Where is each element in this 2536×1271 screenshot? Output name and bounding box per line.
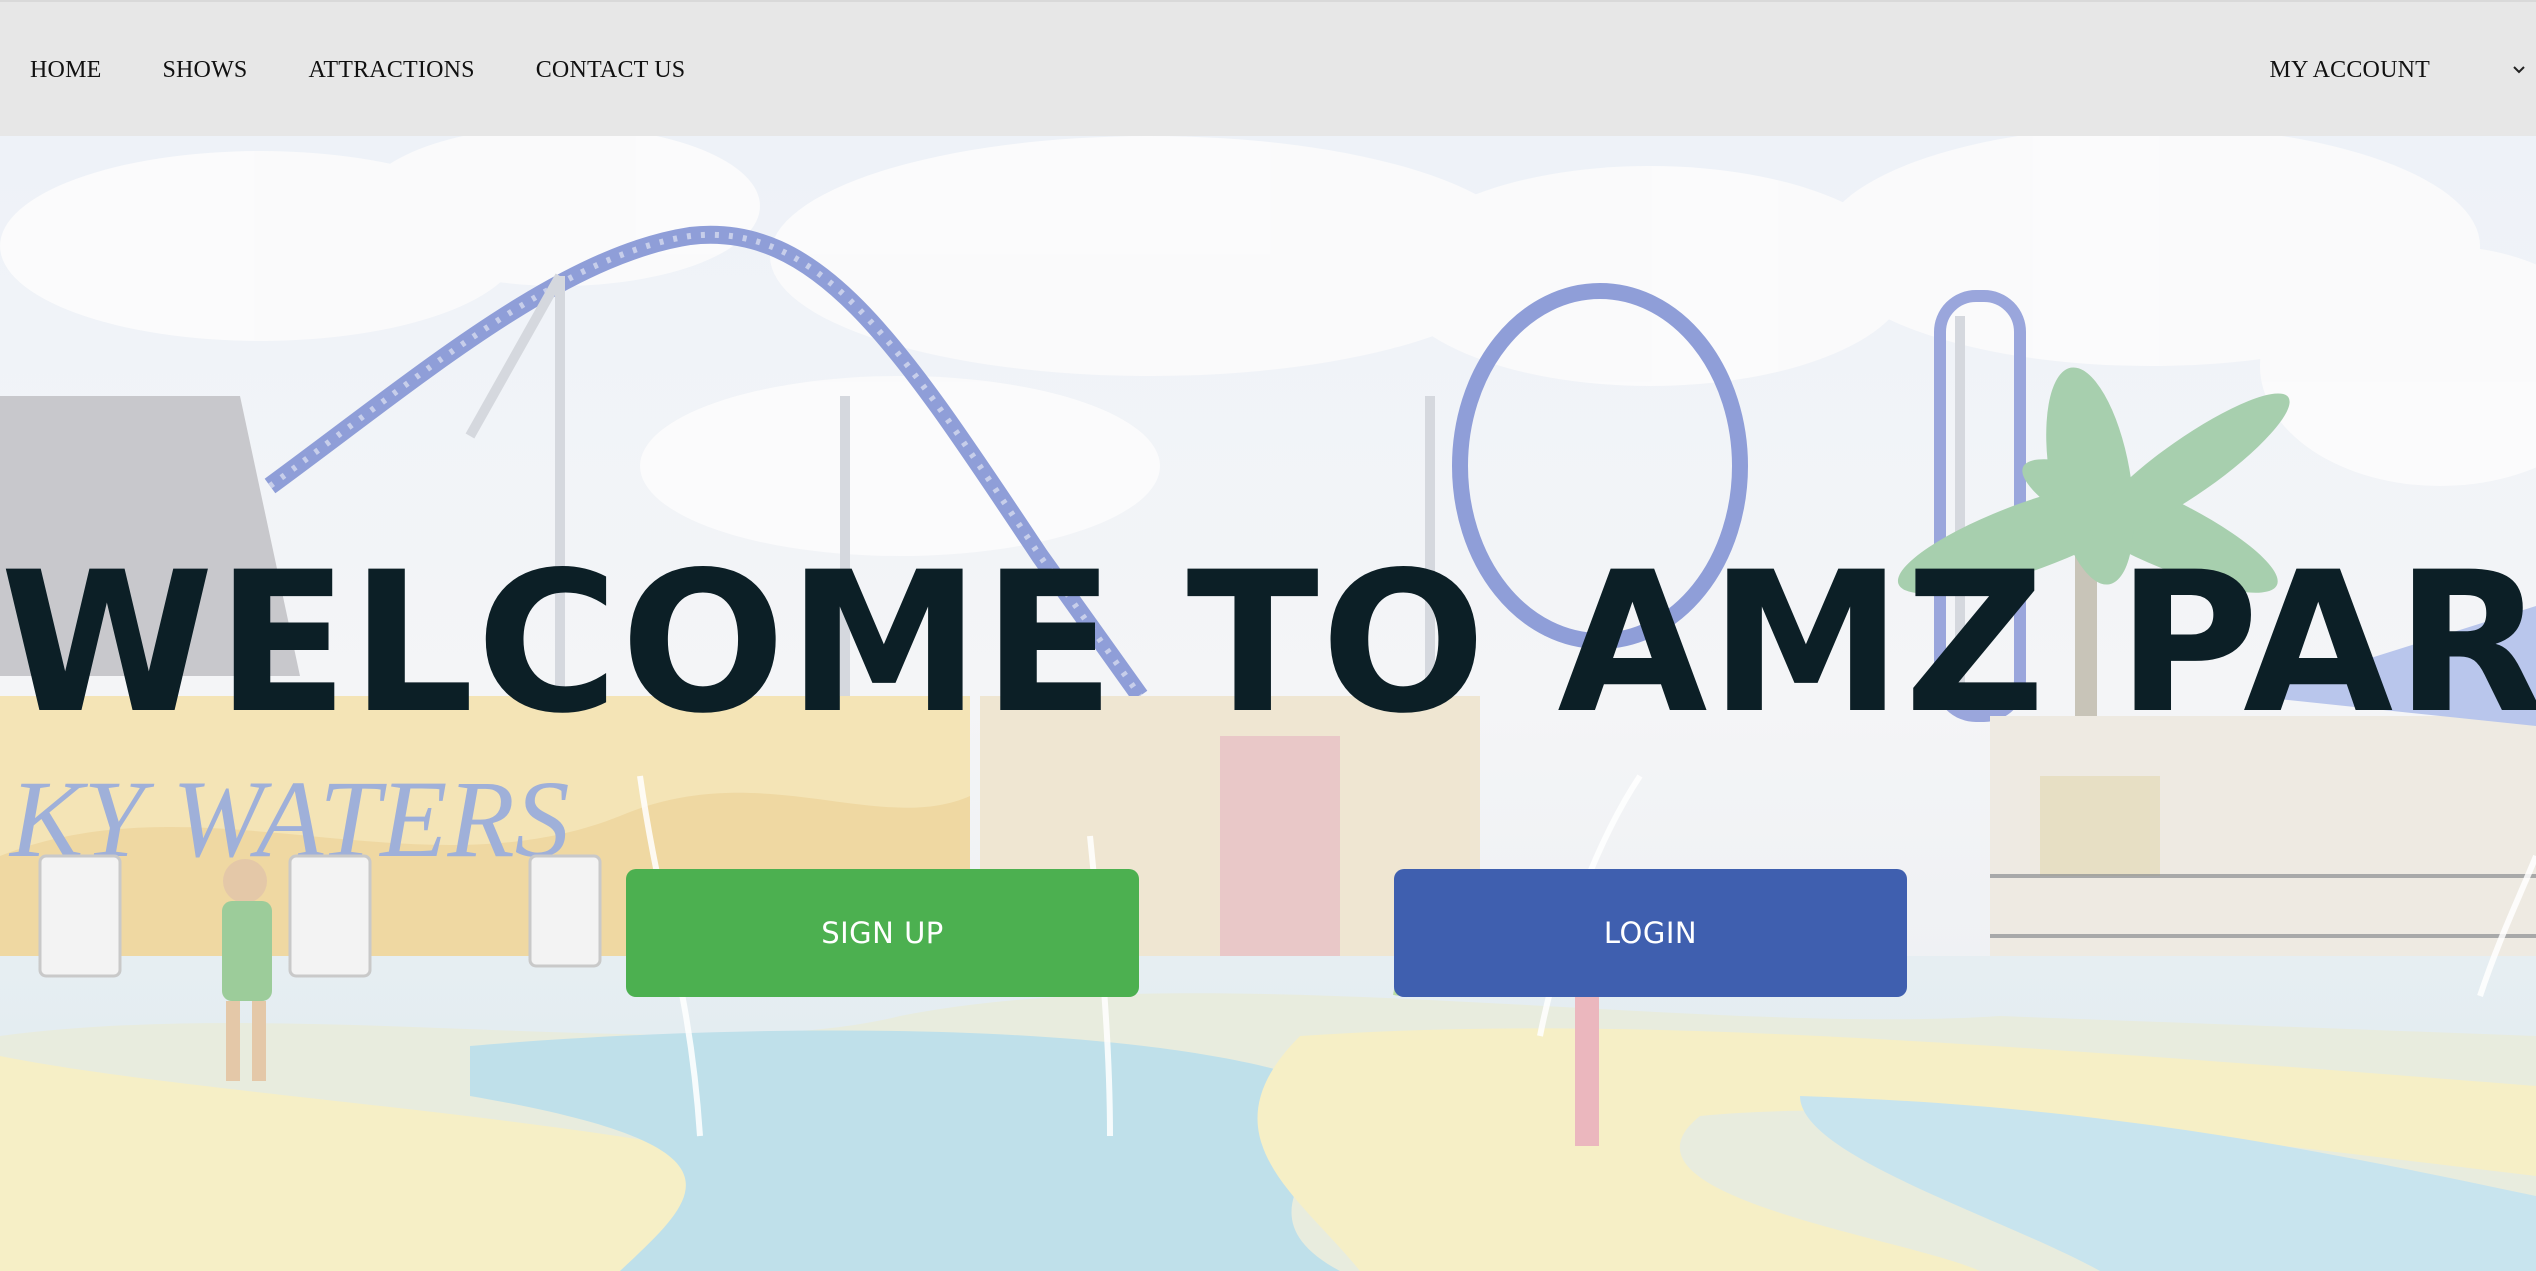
my-account-dropdown[interactable]: MY ACCOUNT [2270,2,2536,138]
my-account-label: MY ACCOUNT [2269,56,2430,83]
sign-up-button[interactable]: SIGN UP [626,869,1139,997]
main-nav: HOME SHOWS ATTRACTIONS CONTACT US [30,2,746,138]
nav-link-shows[interactable]: SHOWS [162,57,247,84]
hero-title: WELCOME TO AMZ PARK [0,530,2536,756]
top-navbar: HOME SHOWS ATTRACTIONS CONTACT US MY ACC… [0,0,2536,136]
nav-link-home[interactable]: HOME [30,57,101,84]
nav-link-attractions[interactable]: ATTRACTIONS [308,57,474,84]
page: HOME SHOWS ATTRACTIONS CONTACT US MY ACC… [0,0,2536,1271]
login-button[interactable]: LOGIN [1394,869,1907,997]
hero-section: KY WATERS WELCOME TO AMZ PARK SIGN UP LO… [0,136,2536,1271]
chevron-down-icon [2508,59,2530,81]
nav-link-contact-us[interactable]: CONTACT US [536,57,686,84]
